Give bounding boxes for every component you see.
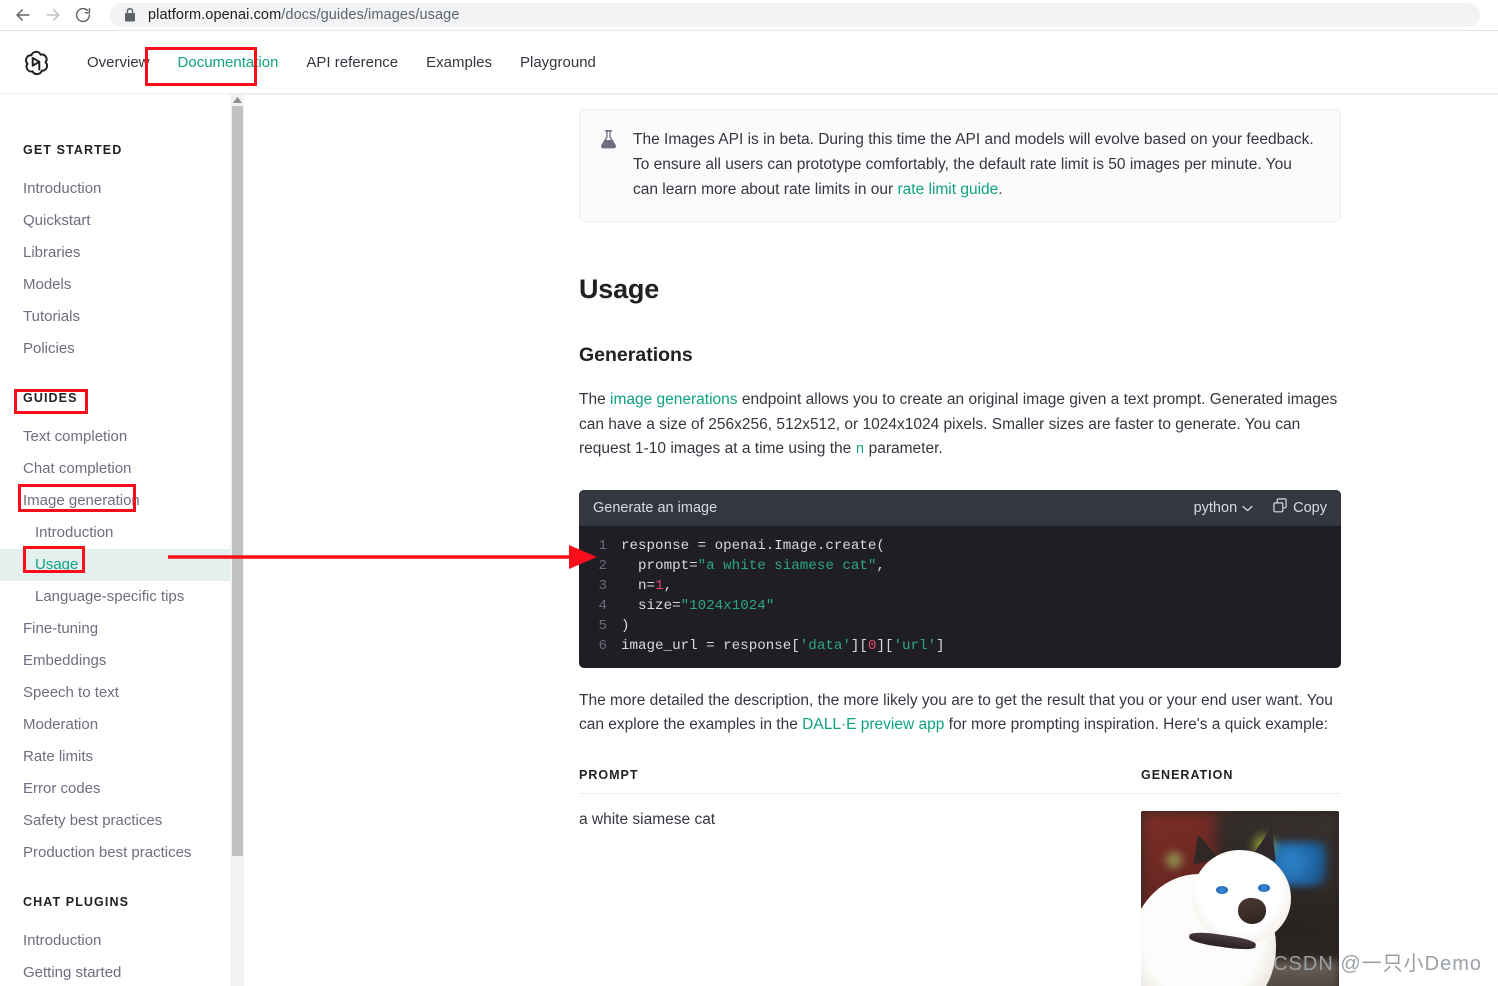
main-content: The Images API is in beta. During this t… [245, 94, 1498, 986]
line-number: 4 [598, 597, 607, 614]
sidebar-item-production-best-practices[interactable]: Production best practices [0, 837, 232, 869]
sidebar-item-speech-to-text[interactable]: Speech to text [0, 677, 232, 709]
sidebar-item-error-codes[interactable]: Error codes [0, 773, 232, 805]
code-block-title: Generate an image [593, 499, 718, 516]
dalle-preview-app-link[interactable]: DALL·E preview app [802, 716, 944, 733]
sidebar-item-image-introduction[interactable]: Introduction [0, 517, 232, 549]
code-block-header: Generate an image python Copy [579, 489, 1341, 526]
copy-label: Copy [1293, 499, 1327, 516]
sidebar-item-plugins-introduction[interactable]: Introduction [0, 925, 232, 957]
cell-prompt-text: a white siamese cat [579, 810, 716, 828]
beta-notice-text: The Images API is in beta. During this t… [633, 127, 1318, 202]
forward-arrow-icon[interactable] [38, 0, 68, 30]
nav-overview[interactable]: Overview [73, 31, 164, 94]
code-line: 6 image_url = response['data'][0]['url'] [579, 636, 1341, 656]
sidebar-item-plugins-getting-started[interactable]: Getting started [0, 957, 232, 986]
para1-part-c: parameter. [864, 440, 943, 457]
sidebar[interactable]: GET STARTED Introduction Quickstart Libr… [0, 94, 232, 986]
scroll-up-arrow-icon[interactable] [232, 96, 243, 104]
code-line: 4 size="1024x1024" [579, 596, 1341, 616]
line-content: n=1, [621, 577, 673, 594]
csdn-watermark: CSDN @一只小Demo [1273, 953, 1482, 975]
sidebar-item-image-generation[interactable]: Image generation [0, 485, 232, 517]
image-generations-link[interactable]: image generations [610, 391, 738, 408]
reload-icon[interactable] [68, 0, 98, 30]
nav-documentation[interactable]: Documentation [164, 31, 293, 94]
url-text: platform.openai.com/docs/guides/images/u… [148, 7, 460, 23]
sidebar-item-text-completion[interactable]: Text completion [0, 421, 232, 453]
sidebar-item-quickstart[interactable]: Quickstart [0, 205, 232, 237]
sidebar-item-safety-best-practices[interactable]: Safety best practices [0, 805, 232, 837]
code-block-body[interactable]: 1 response = openai.Image.create( 2 prom… [579, 526, 1341, 668]
code-line: 2 prompt="a white siamese cat", [579, 556, 1341, 576]
code-line: 3 n=1, [579, 576, 1341, 596]
example-table: PROMPT GENERATION a white siamese cat [579, 768, 1341, 986]
sidebar-item-moderation[interactable]: Moderation [0, 709, 232, 741]
sidebar-item-policies[interactable]: Policies [0, 333, 232, 365]
page-title: Usage [579, 274, 660, 304]
address-bar[interactable]: platform.openai.com/docs/guides/images/u… [110, 3, 1480, 27]
line-content: size="1024x1024" [621, 597, 775, 614]
line-number: 5 [598, 617, 607, 634]
beta-notice: The Images API is in beta. During this t… [579, 109, 1341, 222]
sidebar-scrollbar-thumb[interactable] [232, 106, 243, 856]
lock-icon [124, 8, 136, 22]
code-block: Generate an image python Copy 1 response… [579, 489, 1341, 668]
chevron-down-icon [1242, 500, 1253, 516]
nav-api-reference[interactable]: API reference [292, 31, 412, 94]
sidebar-section-guides: GUIDES [23, 391, 78, 405]
line-content: prompt="a white siamese cat", [621, 557, 885, 574]
line-number: 6 [598, 637, 607, 654]
sidebar-item-chat-completion[interactable]: Chat completion [0, 453, 232, 485]
section-title-generations: Generations [579, 344, 693, 366]
sidebar-item-language-specific-tips[interactable]: Language-specific tips [0, 581, 232, 613]
copy-button[interactable]: Copy [1273, 498, 1327, 517]
paragraph-prompting: The more detailed the description, the m… [579, 689, 1341, 738]
back-arrow-icon[interactable] [8, 0, 38, 30]
code-line: 5 ) [579, 616, 1341, 636]
table-row: a white siamese cat [579, 794, 1341, 986]
beta-notice-end: . [998, 181, 1003, 198]
column-header-generation: GENERATION [1141, 767, 1234, 782]
sidebar-item-rate-limits[interactable]: Rate limits [0, 741, 232, 773]
nav-examples[interactable]: Examples [412, 31, 506, 94]
sidebar-item-libraries[interactable]: Libraries [0, 237, 232, 269]
language-selector[interactable]: python [1194, 500, 1254, 516]
line-number: 1 [598, 537, 607, 554]
flask-icon [600, 127, 617, 202]
line-number: 3 [598, 577, 607, 594]
site-header: Overview Documentation API reference Exa… [0, 31, 1498, 94]
para2-part-b: for more prompting inspiration. Here's a… [944, 716, 1329, 733]
sidebar-item-embeddings[interactable]: Embeddings [0, 645, 232, 677]
line-number: 2 [598, 557, 607, 574]
browser-toolbar: platform.openai.com/docs/guides/images/u… [0, 0, 1498, 31]
sidebar-item-usage[interactable]: Usage [0, 549, 232, 581]
line-content: image_url = response['data'][0]['url'] [621, 637, 945, 654]
column-header-prompt: PROMPT [579, 767, 639, 782]
para1-part-a: The [579, 391, 611, 408]
table-header-row: PROMPT GENERATION [579, 768, 1341, 794]
site-nav: Overview Documentation API reference Exa… [73, 31, 610, 93]
sidebar-item-fine-tuning[interactable]: Fine-tuning [0, 613, 232, 645]
nav-playground[interactable]: Playground [506, 31, 610, 94]
copy-icon [1273, 498, 1287, 517]
rate-limit-guide-link[interactable]: rate limit guide [897, 181, 998, 198]
sidebar-item-tutorials[interactable]: Tutorials [0, 301, 232, 333]
line-content: ) [621, 617, 630, 634]
sidebar-section-get-started: GET STARTED [23, 143, 123, 157]
code-line: 1 response = openai.Image.create( [579, 536, 1341, 556]
sidebar-section-chat-plugins: CHAT PLUGINS [23, 895, 130, 909]
language-label: python [1193, 499, 1238, 516]
paragraph-generations: The image generations endpoint allows yo… [579, 388, 1341, 463]
line-content: response = openai.Image.create( [621, 537, 885, 554]
sidebar-item-models[interactable]: Models [0, 269, 232, 301]
n-parameter-code: n [855, 442, 865, 458]
openai-logo[interactable] [21, 47, 51, 77]
sidebar-item-introduction[interactable]: Introduction [0, 173, 232, 205]
